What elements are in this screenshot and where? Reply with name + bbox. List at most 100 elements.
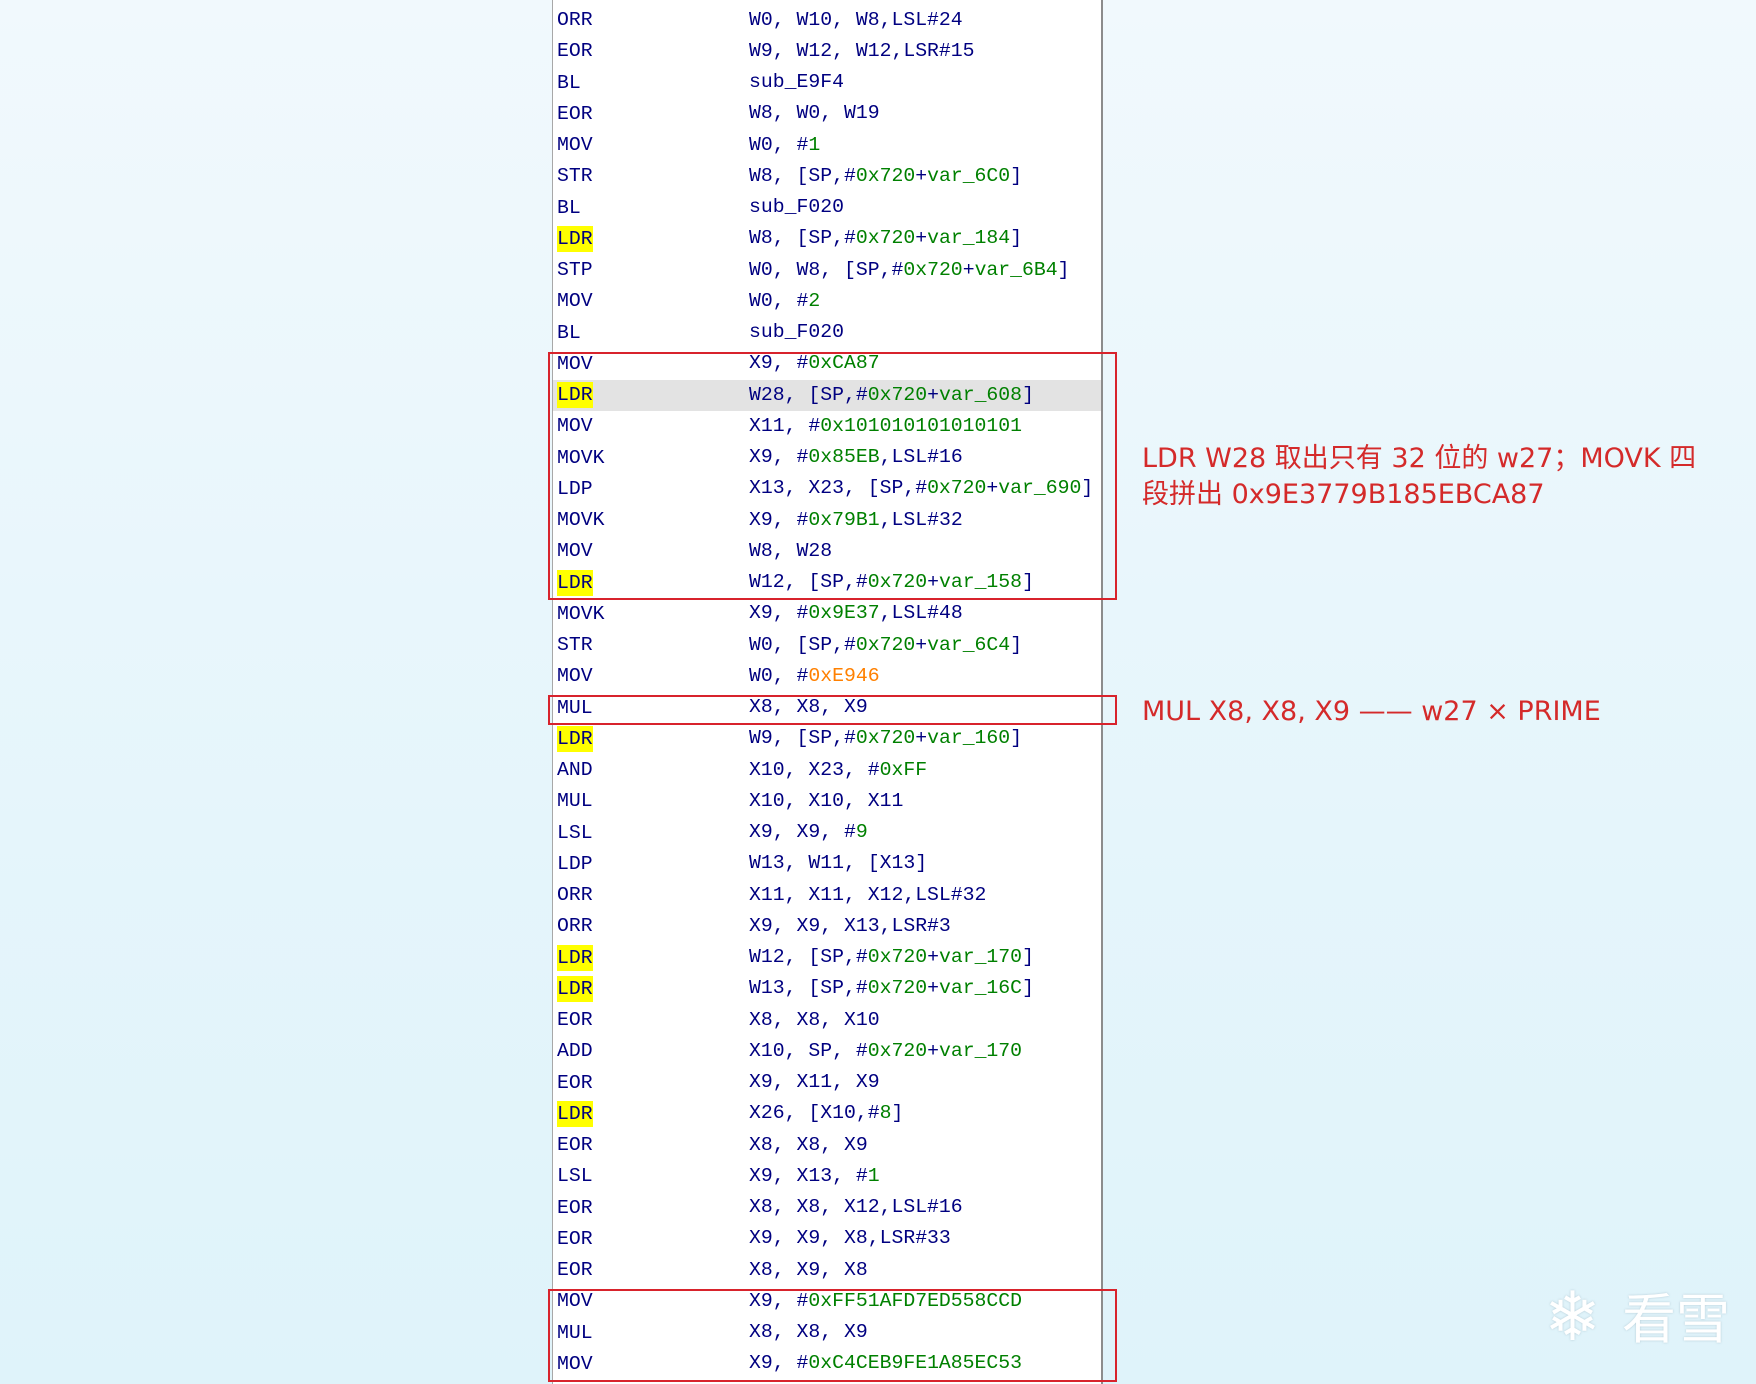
operand-token: 0x720 [855, 633, 916, 656]
code-line[interactable]: LDP W13, W11, [X13] [553, 848, 1101, 879]
operand-token: W8, W0, W19 [749, 102, 880, 125]
instruction-mnemonic: EOR [557, 1009, 593, 1032]
highlight-box-movk-constant [548, 351, 1117, 600]
operand-token: ] [1022, 946, 1034, 969]
code-line[interactable]: ADD X10, SP, #0x720+var_170 [553, 1036, 1101, 1067]
operand-token: sub_E9F4 [749, 71, 844, 94]
code-line[interactable]: EOR X8, X8, X12,LSL#16 [553, 1192, 1101, 1223]
code-line[interactable]: MOV W0, #1 [553, 130, 1101, 161]
operand-token: X9, X9, X13,LSR#3 [749, 914, 951, 937]
instruction-operands: W0, #0xE946 [749, 661, 880, 692]
instruction-mnemonic: AND [557, 759, 593, 782]
operand-token: W13, [SP,# [749, 977, 868, 1000]
operand-token: var_16C [938, 977, 1023, 1000]
instruction-operands: X11, X11, X12,LSL#32 [749, 880, 986, 911]
instruction-operands: X9, X11, X9 [749, 1067, 880, 1098]
operand-token: W8, [SP,# [749, 164, 856, 187]
operand-token: + [927, 946, 939, 969]
code-line[interactable]: STR W0, [SP,#0x720+var_6C4] [553, 630, 1101, 661]
operand-token: X8, X8, X10 [749, 1008, 880, 1031]
code-line[interactable]: LDR W8, [SP,#0x720+var_184] [553, 223, 1101, 254]
instruction-mnemonic: STR [557, 165, 593, 188]
code-line[interactable]: MOV W0, #0xE946 [553, 661, 1101, 692]
operand-token: ] [1010, 164, 1023, 187]
code-line[interactable]: ORR X9, X9, X13,LSR#3 [553, 911, 1101, 942]
code-line[interactable]: EOR W9, W12, W12,LSR#15 [553, 36, 1101, 67]
instruction-operands: X10, X10, X11 [749, 786, 903, 817]
instruction-mnemonic: BL [557, 321, 581, 344]
operand-token: W0, # [749, 289, 809, 312]
highlight-box-final-constants [548, 1289, 1117, 1382]
code-line[interactable]: LDR X26, [X10,#8] [553, 1098, 1101, 1129]
instruction-operands: sub_F020 [749, 317, 844, 348]
code-line[interactable]: MOVK X9, #0x9E37,LSL#48 [553, 598, 1101, 629]
operand-token: 0xE946 [808, 664, 880, 687]
instruction-operands: W12, [SP,#0x720+var_170] [749, 942, 1034, 973]
code-line[interactable]: EOR X8, X8, X10 [553, 1005, 1101, 1036]
operand-token: W0, W10, W8,LSL#24 [749, 8, 963, 31]
code-line[interactable]: STP W0, W8, [SP,#0x720+var_6B4] [553, 255, 1101, 286]
operand-token: var_184 [927, 227, 1011, 250]
annotation-constant-line1: LDR W28 取出只有 32 位的 w27；MOVK 四 [1142, 443, 1697, 474]
operand-token: + [927, 977, 939, 1000]
instruction-operands: W8, [SP,#0x720+var_6C0] [749, 161, 1022, 192]
code-line[interactable]: LSL X9, X9, #9 [553, 817, 1101, 848]
instruction-mnemonic: ORR [557, 915, 593, 938]
instruction-mnemonic: BL [557, 71, 581, 94]
code-line[interactable]: EOR W8, W0, W19 [553, 98, 1101, 129]
code-line[interactable]: EOR X8, X8, X9 [553, 1130, 1101, 1161]
instruction-mnemonic: MOV [557, 290, 593, 313]
operand-token: X26, [X10,# [749, 1102, 880, 1125]
operand-token: X10, SP, # [749, 1039, 868, 1062]
snowflake-icon: ❄ [1544, 1278, 1601, 1357]
code-line[interactable]: BL sub_F020 [553, 192, 1101, 223]
operand-token: 8 [879, 1102, 892, 1125]
instruction-mnemonic: EOR [557, 102, 593, 125]
operand-token: ,LSL#48 [879, 602, 963, 625]
operand-token: + [915, 164, 928, 187]
code-line[interactable]: EOR X8, X9, X8 [553, 1255, 1101, 1286]
operand-token: 0xFF [879, 758, 928, 781]
code-line[interactable]: EOR X9, X11, X9 [553, 1067, 1101, 1098]
instruction-mnemonic: LDR [557, 944, 593, 971]
code-line[interactable]: BL sub_F020 [553, 317, 1101, 348]
operand-token: + [915, 727, 928, 750]
instruction-operands: X8, X8, X12,LSL#16 [749, 1192, 963, 1223]
instruction-operands: X8, X9, X8 [749, 1255, 868, 1286]
instruction-mnemonic: BL [557, 196, 581, 219]
instruction-operands: sub_F020 [749, 192, 844, 223]
code-line[interactable]: LDR W12, [SP,#0x720+var_170] [553, 942, 1101, 973]
code-line[interactable]: AND X10, X23, #0xFF [553, 755, 1101, 786]
annotation-constant-line2: 段拼出 0x9E3779B185EBCA87 [1142, 479, 1545, 510]
code-line[interactable]: STR W8, [SP,#0x720+var_6C0] [553, 161, 1101, 192]
annotation-mul-note: MUL X8, X8, X9 —— w27 × PRIME [1142, 696, 1601, 727]
operand-token: W12, [SP,# [749, 946, 868, 969]
operand-token: X9, X9, X8,LSR#33 [749, 1227, 951, 1250]
operand-token: X10, X23, # [749, 758, 880, 781]
operand-token: + [962, 258, 975, 281]
code-line[interactable]: ORR X11, X11, X12,LSL#32 [553, 880, 1101, 911]
code-line[interactable]: MOV W0, #2 [553, 286, 1101, 317]
code-line[interactable]: EOR X9, X9, X8,LSR#33 [553, 1223, 1101, 1254]
code-line[interactable]: MUL X10, X10, X11 [553, 786, 1101, 817]
operand-token: W0, W8, [SP,# [749, 258, 904, 281]
instruction-mnemonic: ORR [557, 9, 593, 32]
instruction-mnemonic: MOV [557, 134, 593, 157]
code-line[interactable]: LDR W9, [SP,#0x720+var_160] [553, 723, 1101, 754]
code-line[interactable]: BL sub_E9F4 [553, 67, 1101, 98]
disassembly-listing[interactable]: ORR W0, W10, W8,LSL#24 EOR W9, W12, W12,LSR… [552, 0, 1103, 1384]
operand-token: X9, X13, # [749, 1164, 868, 1187]
instruction-operands: X9, X9, X13,LSR#3 [749, 911, 951, 942]
operand-token: 0x720 [855, 164, 916, 187]
instruction-mnemonic: ORR [557, 884, 593, 907]
instruction-mnemonic: LSL [557, 821, 593, 844]
operand-token: 1 [867, 1164, 880, 1187]
operand-token: W9, [SP,# [749, 727, 856, 750]
code-line[interactable]: LSL X9, X13, #1 [553, 1161, 1101, 1192]
instruction-mnemonic: EOR [557, 1196, 593, 1219]
code-line[interactable]: ORR W0, W10, W8,LSL#24 [553, 5, 1101, 36]
operand-token: W0, # [749, 133, 809, 156]
instruction-mnemonic: MOVK [557, 602, 605, 625]
operand-token: ] [1010, 633, 1023, 656]
code-line[interactable]: LDR W13, [SP,#0x720+var_16C] [553, 973, 1101, 1004]
